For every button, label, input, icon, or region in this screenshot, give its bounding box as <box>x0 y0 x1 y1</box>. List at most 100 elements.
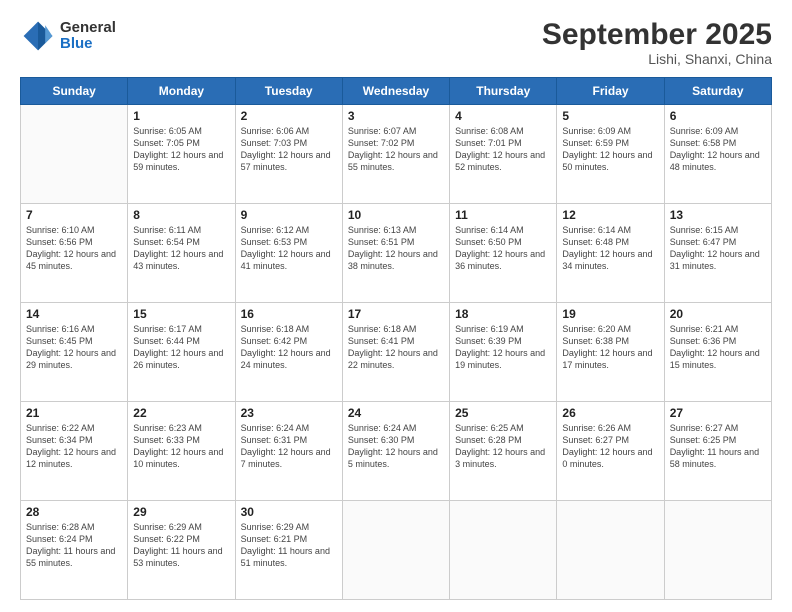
calendar-cell: 11Sunrise: 6:14 AM Sunset: 6:50 PM Dayli… <box>450 204 557 303</box>
day-info: Sunrise: 6:18 AM Sunset: 6:41 PM Dayligh… <box>348 323 444 372</box>
calendar-cell: 20 Sunrise: 6:21 AM Sunset: 6:36 PM Dayli… <box>664 303 771 402</box>
calendar-header: SundayMondayTuesdayWednesdayThursdayFrid… <box>21 78 772 105</box>
weekday-row: SundayMondayTuesdayWednesdayThursdayFrid… <box>21 78 772 105</box>
calendar-cell <box>557 501 664 600</box>
day-info: Sunrise: 6:19 AM Sunset: 6:39 PM Dayligh… <box>455 323 551 372</box>
calendar-cell <box>342 501 449 600</box>
day-info: Sunrise: 6:29 AM Sunset: 6:22 PM Dayligh… <box>133 521 229 570</box>
weekday-header-thursday: Thursday <box>450 78 557 105</box>
calendar-week-2: 7 Sunrise: 6:10 AM Sunset: 6:56 PM Daylig… <box>21 204 772 303</box>
calendar-cell: 12 Sunrise: 6:14 AM Sunset: 6:48 PM Dayli… <box>557 204 664 303</box>
calendar-table: SundayMondayTuesdayWednesdayThursdayFrid… <box>20 77 772 600</box>
weekday-header-saturday: Saturday <box>664 78 771 105</box>
day-number: 23 <box>241 406 337 420</box>
day-info: Sunrise: 6:24 AM Sunset: 6:30 PM Dayligh… <box>348 422 444 471</box>
calendar-cell: 7 Sunrise: 6:10 AM Sunset: 6:56 PM Daylig… <box>21 204 128 303</box>
day-number: 8 <box>133 208 229 222</box>
header: General Blue September 2025 Lishi, Shanx… <box>20 18 772 67</box>
weekday-header-tuesday: Tuesday <box>235 78 342 105</box>
logo-icon <box>20 18 56 54</box>
logo-general: General <box>60 20 116 37</box>
day-info: Sunrise: 6:07 AM Sunset: 7:02 PM Dayligh… <box>348 125 444 174</box>
weekday-header-sunday: Sunday <box>21 78 128 105</box>
calendar-cell: 6 Sunrise: 6:09 AM Sunset: 6:58 PM Daylig… <box>664 105 771 204</box>
calendar-week-5: 28 Sunrise: 6:28 AM Sunset: 6:24 PM Dayli… <box>21 501 772 600</box>
calendar-cell: 13 Sunrise: 6:15 AM Sunset: 6:47 PM Dayli… <box>664 204 771 303</box>
day-info: Sunrise: 6:11 AM Sunset: 6:54 PM Dayligh… <box>133 224 229 273</box>
weekday-header-monday: Monday <box>128 78 235 105</box>
day-info: Sunrise: 6:22 AM Sunset: 6:34 PM Dayligh… <box>26 422 122 471</box>
day-number: 29 <box>133 505 229 519</box>
calendar-cell: 19Sunrise: 6:20 AM Sunset: 6:38 PM Dayli… <box>557 303 664 402</box>
day-number: 28 <box>26 505 122 519</box>
day-info: Sunrise: 6:08 AM Sunset: 7:01 PM Dayligh… <box>455 125 551 174</box>
day-number: 12 <box>562 208 658 222</box>
calendar-cell: 17 Sunrise: 6:18 AM Sunset: 6:41 PM Dayli… <box>342 303 449 402</box>
calendar-cell <box>450 501 557 600</box>
calendar-cell: 21Sunrise: 6:22 AM Sunset: 6:34 PM Dayli… <box>21 402 128 501</box>
day-info: Sunrise: 6:13 AM Sunset: 6:51 PM Dayligh… <box>348 224 444 273</box>
logo: General Blue <box>20 18 116 54</box>
calendar-cell <box>664 501 771 600</box>
day-info: Sunrise: 6:28 AM Sunset: 6:24 PM Dayligh… <box>26 521 122 570</box>
calendar-cell: 3Sunrise: 6:07 AM Sunset: 7:02 PM Daylig… <box>342 105 449 204</box>
calendar-week-4: 21Sunrise: 6:22 AM Sunset: 6:34 PM Dayli… <box>21 402 772 501</box>
day-info: Sunrise: 6:18 AM Sunset: 6:42 PM Dayligh… <box>241 323 337 372</box>
calendar-cell: 24 Sunrise: 6:24 AM Sunset: 6:30 PM Dayli… <box>342 402 449 501</box>
day-number: 1 <box>133 109 229 123</box>
calendar-cell: 9Sunrise: 6:12 AM Sunset: 6:53 PM Daylig… <box>235 204 342 303</box>
day-number: 7 <box>26 208 122 222</box>
day-info: Sunrise: 6:14 AM Sunset: 6:48 PM Dayligh… <box>562 224 658 273</box>
day-number: 17 <box>348 307 444 321</box>
day-number: 6 <box>670 109 766 123</box>
calendar-cell: 30 Sunrise: 6:29 AM Sunset: 6:21 PM Dayli… <box>235 501 342 600</box>
day-info: Sunrise: 6:24 AM Sunset: 6:31 PM Dayligh… <box>241 422 337 471</box>
day-info: Sunrise: 6:09 AM Sunset: 6:58 PM Dayligh… <box>670 125 766 174</box>
calendar-cell: 25 Sunrise: 6:25 AM Sunset: 6:28 PM Dayli… <box>450 402 557 501</box>
day-info: Sunrise: 6:17 AM Sunset: 6:44 PM Dayligh… <box>133 323 229 372</box>
calendar-week-3: 14 Sunrise: 6:16 AM Sunset: 6:45 PM Dayli… <box>21 303 772 402</box>
day-number: 20 <box>670 307 766 321</box>
day-number: 14 <box>26 307 122 321</box>
calendar-cell <box>21 105 128 204</box>
calendar-cell: 8 Sunrise: 6:11 AM Sunset: 6:54 PM Daylig… <box>128 204 235 303</box>
logo-text: General Blue <box>60 20 116 53</box>
day-number: 24 <box>348 406 444 420</box>
day-number: 26 <box>562 406 658 420</box>
day-info: Sunrise: 6:27 AM Sunset: 6:25 PM Dayligh… <box>670 422 766 471</box>
day-info: Sunrise: 6:15 AM Sunset: 6:47 PM Dayligh… <box>670 224 766 273</box>
calendar-cell: 23 Sunrise: 6:24 AM Sunset: 6:31 PM Dayli… <box>235 402 342 501</box>
day-number: 25 <box>455 406 551 420</box>
day-info: Sunrise: 6:16 AM Sunset: 6:45 PM Dayligh… <box>26 323 122 372</box>
day-info: Sunrise: 6:29 AM Sunset: 6:21 PM Dayligh… <box>241 521 337 570</box>
day-number: 10 <box>348 208 444 222</box>
day-number: 30 <box>241 505 337 519</box>
day-info: Sunrise: 6:23 AM Sunset: 6:33 PM Dayligh… <box>133 422 229 471</box>
day-info: Sunrise: 6:21 AM Sunset: 6:36 PM Dayligh… <box>670 323 766 372</box>
calendar-week-1: 1Sunrise: 6:05 AM Sunset: 7:05 PM Daylig… <box>21 105 772 204</box>
day-number: 11 <box>455 208 551 222</box>
day-number: 2 <box>241 109 337 123</box>
day-number: 13 <box>670 208 766 222</box>
day-info: Sunrise: 6:25 AM Sunset: 6:28 PM Dayligh… <box>455 422 551 471</box>
calendar-cell: 16Sunrise: 6:18 AM Sunset: 6:42 PM Dayli… <box>235 303 342 402</box>
day-number: 22 <box>133 406 229 420</box>
calendar-cell: 27Sunrise: 6:27 AM Sunset: 6:25 PM Dayli… <box>664 402 771 501</box>
calendar-body: 1Sunrise: 6:05 AM Sunset: 7:05 PM Daylig… <box>21 105 772 600</box>
calendar-cell: 29 Sunrise: 6:29 AM Sunset: 6:22 PM Dayli… <box>128 501 235 600</box>
calendar-cell: 22 Sunrise: 6:23 AM Sunset: 6:33 PM Dayli… <box>128 402 235 501</box>
day-number: 18 <box>455 307 551 321</box>
weekday-header-friday: Friday <box>557 78 664 105</box>
location-subtitle: Lishi, Shanxi, China <box>542 51 772 67</box>
day-info: Sunrise: 6:10 AM Sunset: 6:56 PM Dayligh… <box>26 224 122 273</box>
calendar-cell: 1Sunrise: 6:05 AM Sunset: 7:05 PM Daylig… <box>128 105 235 204</box>
title-block: September 2025 Lishi, Shanxi, China <box>542 18 772 67</box>
calendar-cell: 5Sunrise: 6:09 AM Sunset: 6:59 PM Daylig… <box>557 105 664 204</box>
day-number: 15 <box>133 307 229 321</box>
calendar-cell: 28 Sunrise: 6:28 AM Sunset: 6:24 PM Dayli… <box>21 501 128 600</box>
weekday-header-wednesday: Wednesday <box>342 78 449 105</box>
calendar-cell: 4Sunrise: 6:08 AM Sunset: 7:01 PM Daylig… <box>450 105 557 204</box>
logo-blue: Blue <box>60 36 116 53</box>
calendar-cell: 26 Sunrise: 6:26 AM Sunset: 6:27 PM Dayli… <box>557 402 664 501</box>
day-info: Sunrise: 6:26 AM Sunset: 6:27 PM Dayligh… <box>562 422 658 471</box>
